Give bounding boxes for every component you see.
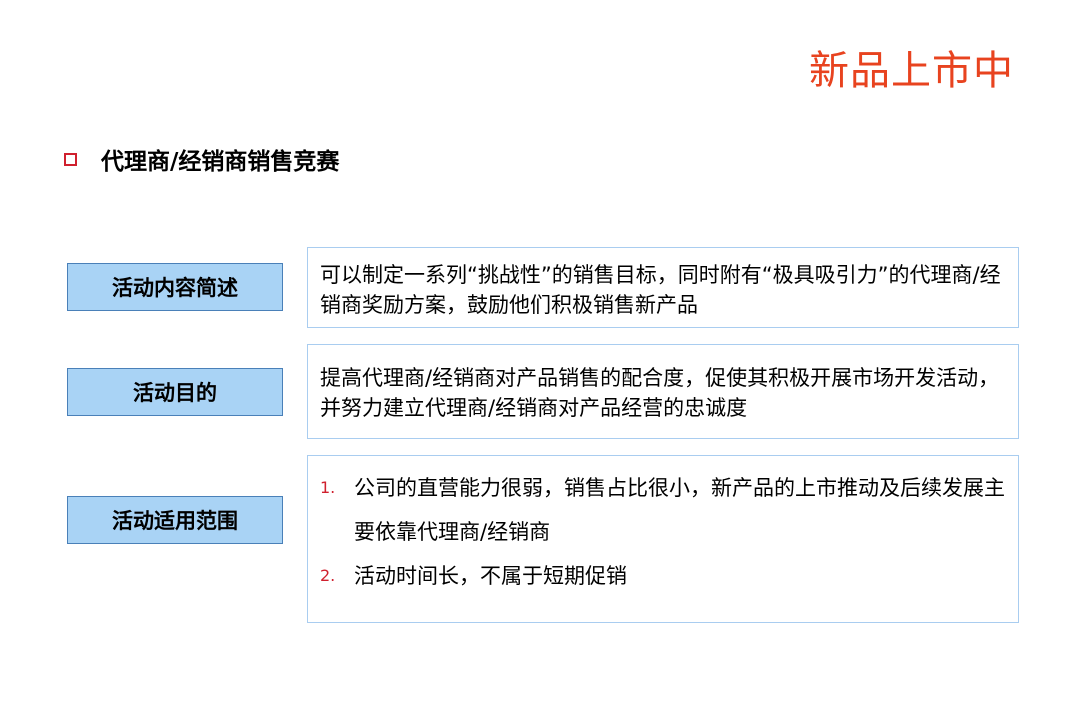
- content-text: 可以制定一系列“挑战性”的销售目标，同时附有“极具吸引力”的代理商/经销商奖励方…: [320, 263, 1001, 317]
- content-activity-summary: 可以制定一系列“挑战性”的销售目标，同时附有“极具吸引力”的代理商/经销商奖励方…: [307, 247, 1019, 328]
- content-activity-purpose: 提高代理商/经销商对产品销售的配合度，促使其积极开展市场开发活动，并努力建立代理…: [307, 344, 1019, 439]
- label-activity-scope: 活动适用范围: [67, 496, 283, 544]
- scope-list: 1. 公司的直营能力很弱，销售占比很小，新产品的上市推动及后续发展主要依靠代理商…: [320, 466, 1006, 598]
- list-item: 1. 公司的直营能力很弱，销售占比很小，新产品的上市推动及后续发展主要依靠代理商…: [320, 466, 1006, 554]
- list-number: 2.: [320, 566, 336, 585]
- list-number: 1.: [320, 478, 336, 497]
- heading-text: 代理商/经销商销售竞赛: [101, 149, 340, 175]
- label-activity-purpose: 活动目的: [67, 368, 283, 416]
- square-bullet-icon: [64, 152, 77, 166]
- corner-title: 新品上市中: [809, 48, 1014, 94]
- content-activity-scope: 1. 公司的直营能力很弱，销售占比很小，新产品的上市推动及后续发展主要依靠代理商…: [307, 455, 1019, 623]
- label-activity-summary: 活动内容简述: [67, 263, 283, 311]
- list-text: 活动时间长，不属于短期促销: [354, 564, 627, 588]
- list-item: 2. 活动时间长，不属于短期促销: [320, 554, 1006, 598]
- content-text: 提高代理商/经销商对产品销售的配合度，促使其积极开展市场开发活动，并努力建立代理…: [320, 366, 1000, 420]
- section-heading: 代理商/经销商销售竞赛: [64, 142, 339, 176]
- list-text: 公司的直营能力很弱，销售占比很小，新产品的上市推动及后续发展主要依靠代理商/经销…: [354, 476, 1005, 544]
